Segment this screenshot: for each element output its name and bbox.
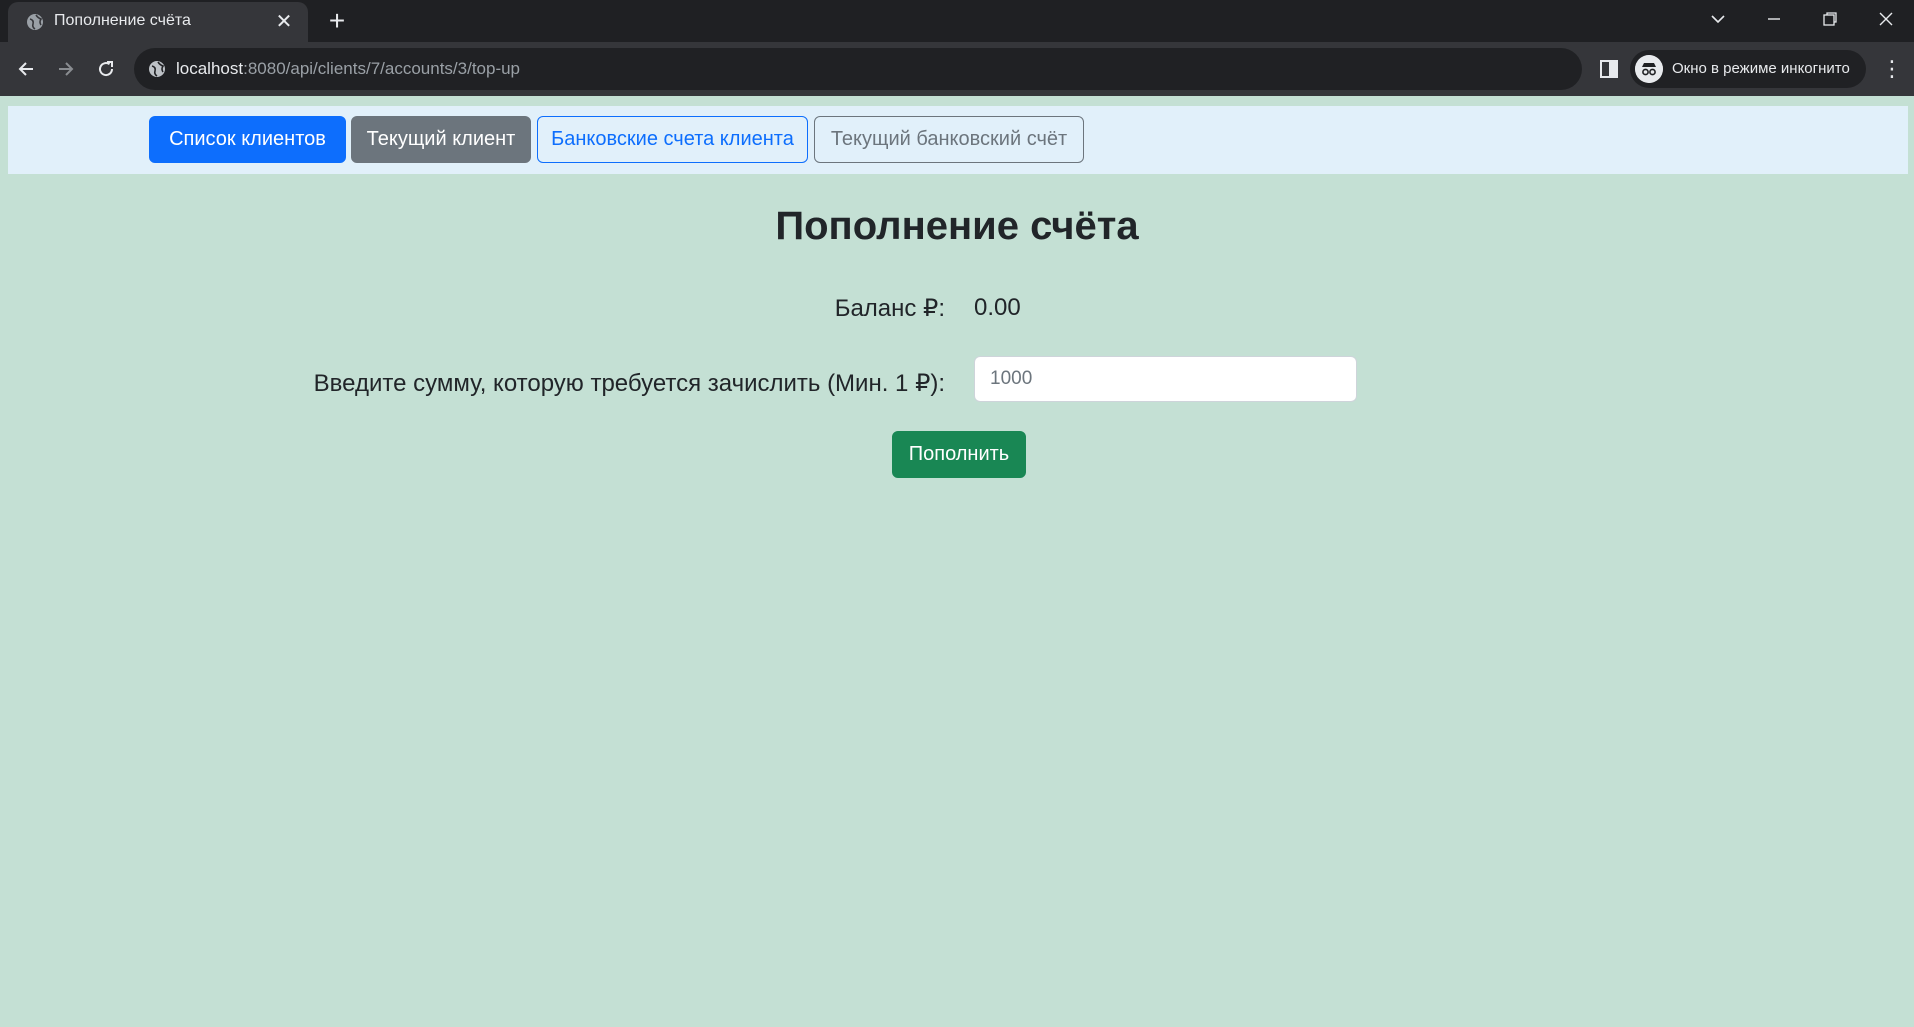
new-tab-icon[interactable]: + <box>322 6 352 36</box>
site-info-icon[interactable] <box>148 60 166 78</box>
balance-label: Баланс ₽: <box>834 295 945 322</box>
top-navigation: Список клиентов Текущий клиент Банковски… <box>8 106 1908 174</box>
balance-value: 0.00 <box>974 294 1021 321</box>
address-bar[interactable]: localhost:8080/api/clients/7/accounts/3/… <box>134 48 1582 90</box>
forward-icon[interactable] <box>49 52 83 86</box>
current-account-button[interactable]: Текущий банковский счёт <box>814 116 1084 163</box>
more-options-icon[interactable]: ⋮ <box>1880 54 1904 84</box>
incognito-label: Окно в режиме инкогнито <box>1672 60 1850 77</box>
url-path: :8080/api/clients/7/accounts/3/top-up <box>243 59 521 78</box>
amount-input[interactable] <box>974 356 1357 402</box>
url-text: localhost:8080/api/clients/7/accounts/3/… <box>176 59 520 79</box>
restore-icon[interactable] <box>1802 0 1858 40</box>
url-host: localhost <box>176 59 244 78</box>
page-title: Пополнение счёта <box>775 204 1139 248</box>
minimize-icon[interactable] <box>1746 0 1802 40</box>
incognito-indicator[interactable]: Окно в режиме инкогнито <box>1630 50 1866 88</box>
side-panel-icon[interactable] <box>1598 58 1620 80</box>
current-client-button[interactable]: Текущий клиент <box>351 116 531 163</box>
tab-title: Пополнение счёта <box>54 12 191 29</box>
tab-search-icon[interactable] <box>1690 0 1746 40</box>
amount-label: Введите сумму, которую требуется зачисли… <box>313 370 945 397</box>
browser-tabbar: Пополнение счёта ✕ + <box>0 0 1914 42</box>
browser-toolbar: localhost:8080/api/clients/7/accounts/3/… <box>0 42 1914 96</box>
globe-icon <box>27 14 43 30</box>
top-up-button[interactable]: Пополнить <box>892 431 1026 478</box>
clients-list-button[interactable]: Список клиентов <box>149 116 346 163</box>
back-icon[interactable] <box>9 52 43 86</box>
incognito-icon <box>1635 55 1663 83</box>
close-tab-icon[interactable]: ✕ <box>272 10 296 34</box>
page-content: Список клиентов Текущий клиент Банковски… <box>0 96 1914 1027</box>
close-window-icon[interactable] <box>1858 0 1914 40</box>
client-accounts-button[interactable]: Банковские счета клиента <box>537 116 808 163</box>
browser-tab[interactable]: Пополнение счёта ✕ <box>8 2 308 42</box>
reload-icon[interactable] <box>89 52 123 86</box>
